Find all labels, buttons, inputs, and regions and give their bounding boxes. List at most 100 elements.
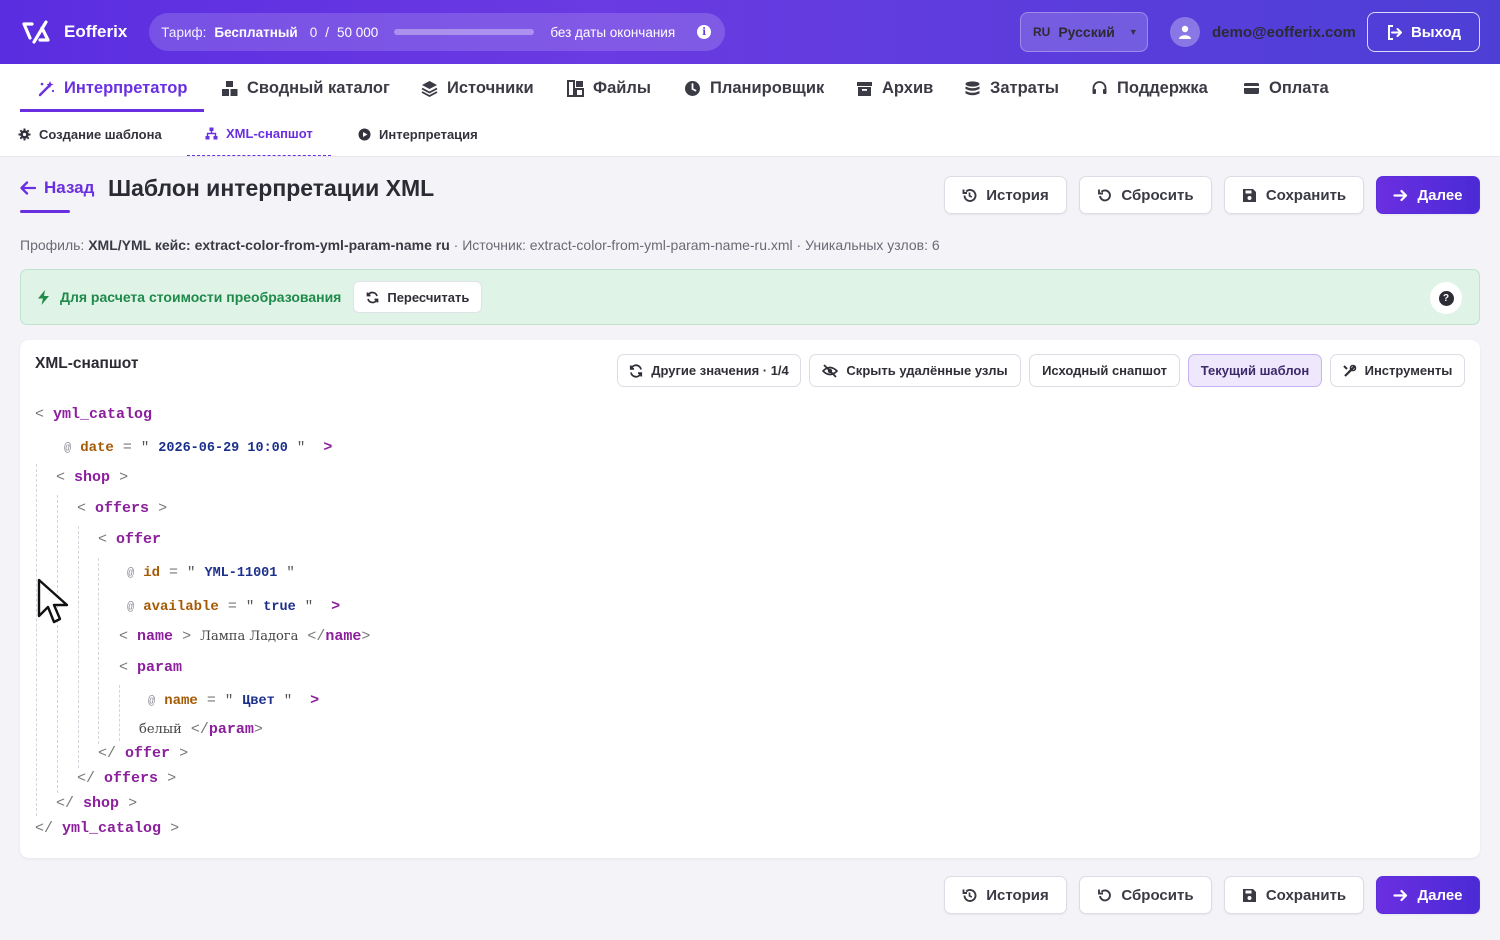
reset-button-bottom[interactable]: Сбросить <box>1079 876 1212 914</box>
nav-tab-scheduler[interactable]: Планировщик <box>684 64 824 112</box>
help-button[interactable]: ? <box>1430 282 1462 314</box>
subtab-interpretation[interactable]: Интерпретация <box>358 112 478 156</box>
xml-node-param[interactable]: < param <box>119 659 182 676</box>
profile-source: · Источник: extract-color-from-yml-param… <box>453 237 940 253</box>
nav-tab-label: Планировщик <box>710 78 825 97</box>
text-value: белый <box>139 722 182 737</box>
tag-name: offer <box>125 745 171 762</box>
back-link[interactable]: Назад <box>20 178 94 198</box>
sub-nav: Создание шаблона XML-снапшот Интерпретац… <box>0 112 1500 157</box>
clock-icon <box>685 80 700 96</box>
user-avatar-icon <box>1170 17 1200 47</box>
profile-label: Профиль: <box>20 237 85 253</box>
info-icon[interactable]: i <box>697 25 712 39</box>
save-button[interactable]: Сохранить <box>1224 176 1364 214</box>
history-button[interactable]: История <box>944 176 1067 214</box>
attr-value: Цвет <box>242 694 275 709</box>
app-logo[interactable]: Eofferix <box>20 16 127 48</box>
nav-tab-label: Сводный каталог <box>247 78 390 97</box>
nav-tab-support[interactable]: Поддержка <box>1091 64 1208 112</box>
subtab-label: XML-снапшот <box>226 126 313 141</box>
xml-node-name[interactable]: < name > Лампа Ладога </name> <box>119 628 370 645</box>
nav-tab-costs[interactable]: Затраты <box>964 64 1059 112</box>
tag-name: param <box>137 659 183 676</box>
nav-tab-label: Интерпретатор <box>64 78 188 97</box>
attr-value: true <box>263 600 296 615</box>
subtab-label: Создание шаблона <box>39 126 162 142</box>
nav-tab-label: Файлы <box>593 78 651 97</box>
xml-attr-param-name[interactable]: @ name = " Цвет " > <box>148 692 319 709</box>
floppy-icon <box>1242 888 1256 902</box>
tag-name: yml_catalog <box>62 820 162 837</box>
xml-close-offer[interactable]: </ offer > <box>98 745 188 762</box>
next-button[interactable]: Далее <box>1376 176 1480 214</box>
tag-name-close: name <box>325 628 362 645</box>
xml-node-yml-catalog[interactable]: < yml_catalog <box>35 406 152 423</box>
tree-guide <box>119 685 120 741</box>
question-icon: ? <box>1438 290 1454 306</box>
xml-attr-date[interactable]: @ date = " 2026-06-29 10:00 " > <box>64 439 332 456</box>
tag-name: yml_catalog <box>53 406 153 423</box>
nav-tab-archive[interactable]: Архив <box>856 64 933 112</box>
save-label: Сохранить <box>1265 886 1347 904</box>
boxes-icon <box>222 80 238 96</box>
gear-icon <box>18 128 31 140</box>
nav-tab-files[interactable]: Файлы <box>567 64 651 112</box>
xml-close-offers[interactable]: </ offers > <box>77 770 176 787</box>
back-label: Назад <box>44 178 95 197</box>
archive-icon <box>857 81 872 96</box>
attr-value: YML-11001 <box>204 566 278 581</box>
user-email: demo@eofferix.com <box>1212 23 1356 41</box>
refresh-icon <box>367 291 379 303</box>
nav-tab-label: Оплата <box>1269 78 1329 97</box>
subtab-create-template[interactable]: Создание шаблона <box>18 112 162 156</box>
user-menu[interactable]: demo@eofferix.com <box>1170 17 1356 47</box>
tariff-used: 0 <box>309 24 318 40</box>
nav-tab-interpreter[interactable]: Интерпретатор <box>38 64 187 112</box>
nav-tab-label: Затраты <box>990 78 1060 97</box>
recalculate-button[interactable]: Пересчитать <box>353 281 483 313</box>
save-button-bottom[interactable]: Сохранить <box>1224 876 1364 914</box>
xml-node-offer[interactable]: < offer <box>98 531 161 548</box>
caret-down-icon: ▼ <box>1128 27 1138 37</box>
floppy-icon <box>1242 188 1256 202</box>
main-nav: Интерпретатор Сводный каталог Источники … <box>0 64 1500 112</box>
text-value: Лампа Ладога <box>200 629 299 644</box>
reset-button[interactable]: Сбросить <box>1079 176 1212 214</box>
attr-name: available <box>143 599 219 615</box>
subtab-label: Интерпретация <box>379 126 478 142</box>
attr-name: id <box>143 565 161 581</box>
xml-attr-available[interactable]: @ available = " true " > <box>127 598 340 615</box>
subtab-xml-snapshot[interactable]: XML-снапшот <box>187 112 331 156</box>
history-icon <box>962 188 977 202</box>
logout-button[interactable]: Выход <box>1367 12 1480 52</box>
nav-tab-payment[interactable]: Оплата <box>1243 64 1329 112</box>
xml-close-yml-catalog[interactable]: </ yml_catalog > <box>35 820 179 837</box>
language-name: Русский <box>1058 24 1115 40</box>
history-button-bottom[interactable]: История <box>944 876 1067 914</box>
tariff-separator: / <box>325 24 330 40</box>
tag-name: offers <box>95 500 150 517</box>
files-icon <box>567 79 584 97</box>
profile-info: Профиль: XML/YML кейс: extract-color-fro… <box>20 237 940 253</box>
tariff-label: Тариф: <box>161 24 207 40</box>
nav-tab-catalog[interactable]: Сводный каталог <box>221 64 390 112</box>
logout-icon <box>1387 24 1402 40</box>
reset-label: Сбросить <box>1121 186 1194 204</box>
xml-attr-id[interactable]: @ id = " YML-11001 " <box>127 564 295 581</box>
mouse-cursor-icon <box>37 578 69 624</box>
tariff-expiry: без даты окончания <box>550 24 676 40</box>
save-label: Сохранить <box>1265 186 1347 204</box>
next-button-bottom[interactable]: Далее <box>1376 876 1480 914</box>
notice-text: Для расчета стоимости преобразования <box>60 289 342 305</box>
xml-node-shop[interactable]: < shop > <box>56 469 128 486</box>
app-name: Eofferix <box>64 22 128 41</box>
language-select[interactable]: RU Русский ▼ <box>1020 12 1148 52</box>
xml-close-shop[interactable]: </ shop > <box>56 795 137 812</box>
nav-tab-sources[interactable]: Источники <box>421 64 534 112</box>
xml-node-offers[interactable]: < offers > <box>77 500 167 517</box>
bolt-icon <box>38 289 49 305</box>
xml-text-param[interactable]: белый </param> <box>139 721 263 738</box>
undo-icon <box>1098 188 1112 201</box>
xml-tree: < yml_catalog @ date = " 2026-06-29 10:0… <box>20 340 1480 858</box>
